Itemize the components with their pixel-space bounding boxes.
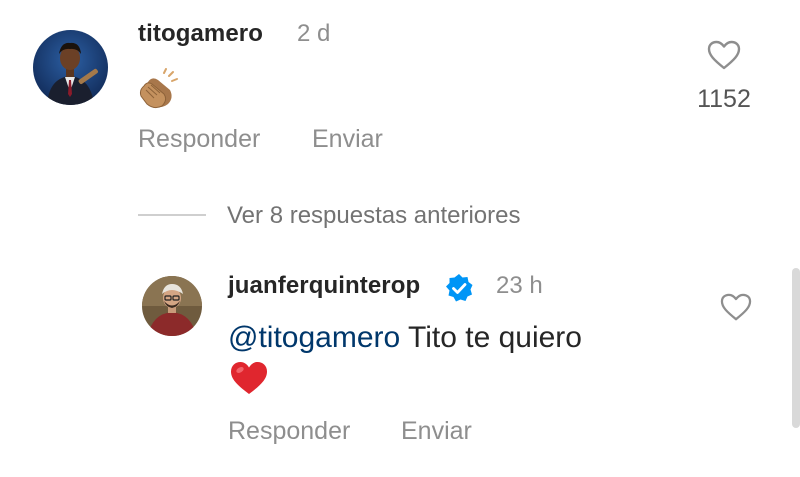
reply-send-button[interactable]: Enviar: [401, 417, 472, 446]
scrollbar[interactable]: [792, 268, 800, 428]
comment-username[interactable]: titogamero: [138, 20, 263, 48]
verified-badge-icon: [444, 273, 474, 303]
comment-like-button[interactable]: [706, 39, 742, 71]
clapping-hands-emoji: [138, 68, 180, 110]
reply-text-body: Tito te quiero: [400, 321, 582, 354]
reply-username[interactable]: juanferquinterop: [228, 272, 420, 300]
avatar-juanferquinterop[interactable]: [142, 276, 202, 336]
replies-divider: [138, 214, 206, 216]
reply-text: @titogamero Tito te quiero: [228, 321, 582, 355]
comment-send-button[interactable]: Enviar: [312, 125, 383, 154]
reply-reply-button[interactable]: Responder: [228, 417, 350, 446]
comment-reply-button[interactable]: Responder: [138, 125, 260, 154]
view-previous-replies-button[interactable]: Ver 8 respuestas anteriores: [227, 202, 521, 230]
red-heart-emoji: [229, 360, 269, 396]
reply-mention-link[interactable]: @titogamero: [228, 321, 400, 354]
avatar-titogamero[interactable]: [33, 30, 108, 105]
heart-outline-icon: [707, 40, 741, 70]
comment-like-count: 1152: [697, 85, 751, 113]
heart-outline-icon: [720, 293, 752, 321]
reply-like-button[interactable]: [719, 292, 753, 322]
reply-timestamp: 23 h: [496, 272, 543, 299]
comment-timestamp: 2 d: [297, 20, 331, 47]
